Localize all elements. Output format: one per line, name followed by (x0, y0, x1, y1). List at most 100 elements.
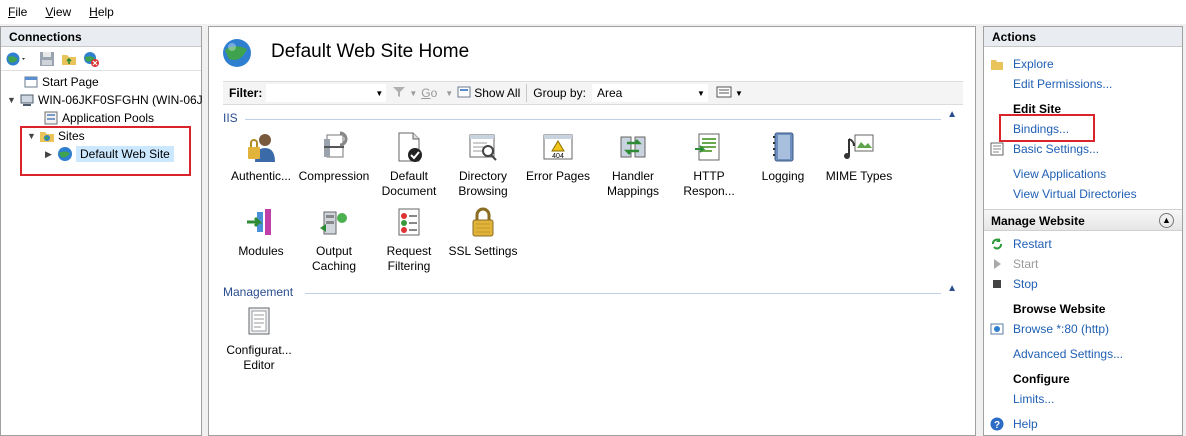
go-button[interactable]: Go (421, 86, 437, 100)
advanced-settings-link[interactable]: Advanced Settings... (1013, 347, 1123, 361)
menu-file[interactable]: File (8, 5, 27, 19)
tree-application-pools-label: Application Pools (62, 111, 155, 125)
highlight-box-bindings (999, 114, 1095, 142)
help-link[interactable]: Help (1013, 417, 1038, 431)
feature-output-caching[interactable]: Output Caching (296, 206, 372, 274)
feature-modules[interactable]: Modules (223, 206, 299, 259)
application-pools-icon (43, 110, 59, 126)
feature-label: Logging (761, 169, 805, 183)
stop-icon (990, 277, 1004, 291)
feature-directory-browsing[interactable]: Directory Browsing (445, 131, 521, 199)
connect-globe-icon[interactable] (5, 51, 25, 67)
default-document-icon (393, 131, 425, 163)
disconnect-icon[interactable] (83, 51, 99, 67)
basic-settings-link[interactable]: Basic Settings... (1013, 142, 1099, 156)
main-panel: Default Web Site Home Filter: ▼ ▼ Go ▼ S… (208, 26, 976, 436)
error-pages-icon: 404 (542, 131, 574, 163)
show-all-button[interactable]: Show All (474, 86, 520, 100)
group-by-select[interactable]: Area ▼ (591, 84, 708, 102)
restart-icon (990, 237, 1004, 251)
connections-pane: Connections Start Page ▼ WIN-06JKF0SFGHN… (0, 26, 203, 436)
mime-types-icon (843, 131, 875, 163)
feature-label: SSL Settings (448, 244, 518, 258)
feature-label: Request Filtering (386, 244, 432, 273)
feature-configuration-editor[interactable]: Configurat... Editor (221, 305, 297, 373)
feature-label: Output Caching (311, 244, 357, 273)
feature-label: Modules (238, 244, 284, 258)
svg-text:?: ? (994, 420, 1000, 431)
restart-link[interactable]: Restart (1013, 237, 1052, 251)
explore-link[interactable]: Explore (1013, 57, 1054, 71)
chevron-down-icon[interactable]: ▼ (735, 89, 743, 98)
modules-icon (245, 206, 277, 238)
feature-compression[interactable]: Compression (296, 131, 372, 184)
go-funnel-icon (392, 86, 406, 101)
feature-http-response[interactable]: HTTP Respon... (671, 131, 747, 199)
divider (245, 119, 941, 120)
compression-icon (318, 131, 350, 163)
manage-website-header[interactable]: Manage Website ▲ (984, 209, 1182, 231)
tree-start-page[interactable]: Start Page (23, 73, 99, 91)
feature-label: HTTP Respon... (683, 169, 735, 198)
tree-server-label: WIN-06JKF0SFGHN (WIN-06J (38, 93, 203, 107)
authentication-icon (245, 131, 277, 163)
divider (526, 84, 528, 102)
feature-logging[interactable]: Logging (745, 131, 821, 184)
handler-mappings-icon (617, 131, 649, 163)
chevron-down-icon[interactable]: ▼ (375, 89, 383, 98)
menu-view[interactable]: View (45, 5, 71, 19)
up-folder-icon[interactable] (61, 51, 77, 67)
feature-label: Directory Browsing (458, 169, 508, 198)
filter-label: Filter: (229, 86, 263, 100)
feature-label: Authentic... (230, 169, 292, 183)
feature-label: Configurat... Editor (226, 343, 292, 372)
feature-default-document[interactable]: Default Document (371, 131, 447, 199)
feature-handler-mappings[interactable]: Handler Mappings (595, 131, 671, 199)
feature-label: Default Document (381, 169, 437, 198)
chevron-down-icon[interactable]: ▼ (409, 89, 417, 98)
view-applications-link[interactable]: View Applications (1013, 167, 1106, 181)
start-page-icon (23, 74, 39, 90)
feature-authentication[interactable]: Authentic... (223, 131, 299, 184)
tree-start-page-label: Start Page (42, 75, 99, 89)
chevron-down-icon[interactable]: ▼ (445, 89, 453, 98)
browse-icon (990, 322, 1004, 336)
feature-request-filtering[interactable]: Request Filtering (371, 206, 447, 274)
tree-server[interactable]: ▼ WIN-06JKF0SFGHN (WIN-06J (7, 91, 203, 109)
browse-website-heading: Browse Website (1013, 302, 1106, 316)
group-iis[interactable]: IIS ▲ (223, 109, 963, 127)
view-mode-icon[interactable] (716, 86, 732, 101)
feature-label: Error Pages (525, 169, 591, 183)
site-globe-icon (221, 37, 253, 69)
group-management[interactable]: Management ▲ (223, 283, 963, 301)
group-iis-label: IIS (223, 111, 238, 125)
view-virtual-directories-link[interactable]: View Virtual Directories (1013, 187, 1137, 201)
limits-link[interactable]: Limits... (1013, 392, 1054, 406)
page-title: Default Web Site Home (271, 41, 470, 62)
configure-heading: Configure (1013, 372, 1070, 386)
error-code-text: 404 (552, 153, 564, 160)
feature-ssl-settings[interactable]: SSL Settings (445, 206, 521, 259)
ssl-settings-icon (467, 206, 499, 238)
chevron-down-icon[interactable]: ▼ (697, 89, 705, 98)
browse-80-link[interactable]: Browse *:80 (http) (1013, 322, 1109, 336)
save-icon[interactable] (39, 51, 55, 67)
stop-link[interactable]: Stop (1013, 277, 1038, 291)
edit-permissions-link[interactable]: Edit Permissions... (1013, 77, 1112, 91)
server-icon (19, 92, 35, 108)
tree-application-pools[interactable]: Application Pools (43, 109, 154, 127)
chevron-down-icon[interactable]: ▼ (7, 95, 19, 105)
connections-title: Connections (1, 27, 201, 47)
collapse-icon[interactable]: ▲ (1159, 213, 1174, 228)
group-by-value: Area (596, 86, 623, 100)
start-link: Start (1013, 257, 1039, 271)
filter-input[interactable]: ▼ (266, 84, 387, 102)
collapse-icon[interactable]: ▲ (947, 109, 957, 120)
actions-title: Actions (984, 27, 1182, 47)
menu-help[interactable]: Help (89, 5, 114, 19)
feature-error-pages[interactable]: 404 Error Pages (520, 131, 596, 184)
feature-mime-types[interactable]: MIME Types (821, 131, 897, 184)
collapse-icon[interactable]: ▲ (947, 283, 957, 294)
highlight-box-sites (20, 126, 191, 176)
output-caching-icon (318, 206, 350, 238)
